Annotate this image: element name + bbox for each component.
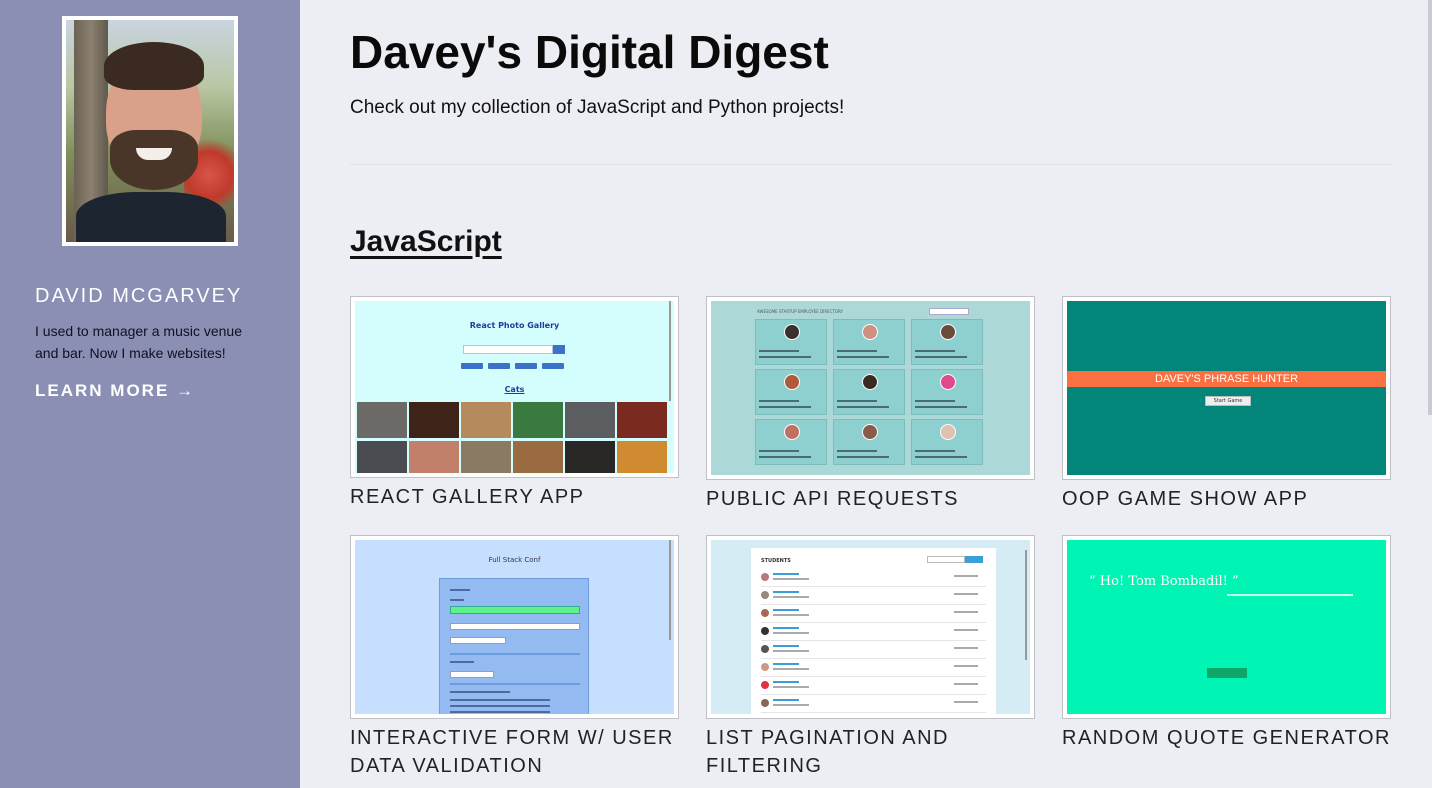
project-thumbnail[interactable]: React Photo Gallery Cats (350, 296, 679, 478)
page-tagline: Check out my collection of JavaScript an… (350, 97, 845, 118)
profile-photo-frame (62, 16, 238, 246)
project-thumbnail[interactable]: Full Stack Conf (350, 535, 679, 719)
oop-game-screenshot: DAVEY'S PHRASE HUNTER Start Game (1067, 301, 1386, 475)
avatar (66, 20, 234, 242)
gallery-title-text: React Photo Gallery (469, 321, 560, 330)
project-thumbnail[interactable]: “ Ho! Tom Bombadil! ” (1062, 535, 1391, 719)
section-title-javascript[interactable]: JavaScript (350, 225, 502, 259)
project-card-react-gallery[interactable]: React Photo Gallery Cats REACT GALLERY A… (350, 296, 679, 511)
project-card-interactive-form[interactable]: Full Stack Conf INTERACTIVE FORM W/ USER… (350, 535, 679, 780)
project-card-list-pagination[interactable]: STUDENTS LIST PAGINATION AND FILTERING (706, 535, 1035, 780)
react-gallery-screenshot: React Photo Gallery Cats (355, 301, 674, 473)
profile-bio: I used to manager a music venue and bar.… (35, 323, 243, 361)
interactive-form-screenshot: Full Stack Conf (355, 540, 674, 714)
project-thumbnail[interactable]: STUDENTS (706, 535, 1035, 719)
profile-name: DAVID MCGARVEY (35, 285, 243, 307)
project-title[interactable]: RANDOM QUOTE GENERATOR (1062, 724, 1391, 752)
public-api-screenshot: AWESOME STARTUP EMPLOYEE DIRECTORY (711, 301, 1030, 475)
game-banner-text: DAVEY'S PHRASE HUNTER (1067, 371, 1386, 387)
project-title[interactable]: LIST PAGINATION AND FILTERING (706, 724, 1035, 780)
game-start-text: Start Game (1205, 396, 1251, 406)
project-title[interactable]: PUBLIC API REQUESTS (706, 485, 1035, 513)
form-title-text: Full Stack Conf (488, 556, 541, 564)
divider (350, 164, 1391, 165)
quote-text: “ Ho! Tom Bombadil! ” (1089, 574, 1239, 589)
random-quote-screenshot: “ Ho! Tom Bombadil! ” (1067, 540, 1386, 714)
list-title-text: STUDENTS (761, 558, 791, 564)
page-title: Davey's Digital Digest (350, 26, 829, 78)
project-thumbnail[interactable]: DAVEY'S PHRASE HUNTER Start Game (1062, 296, 1391, 480)
list-pagination-screenshot: STUDENTS (711, 540, 1030, 714)
page-scrollbar[interactable] (1428, 0, 1432, 415)
sidebar: DAVID MCGARVEY I used to manager a music… (0, 0, 300, 788)
project-card-random-quote[interactable]: “ Ho! Tom Bombadil! ” RANDOM QUOTE GENER… (1062, 535, 1391, 752)
learn-more-link[interactable]: LEARN MORE → (35, 381, 195, 401)
project-card-public-api[interactable]: AWESOME STARTUP EMPLOYEE DIRECTORY PUBLI… (706, 296, 1035, 513)
project-title[interactable]: OOP GAME SHOW APP (1062, 485, 1391, 513)
gallery-cats-text: Cats (504, 385, 525, 394)
project-card-oop-game[interactable]: DAVEY'S PHRASE HUNTER Start Game OOP GAM… (1062, 296, 1391, 513)
project-title[interactable]: REACT GALLERY APP (350, 483, 679, 511)
project-title[interactable]: INTERACTIVE FORM W/ USER DATA VALIDATION (350, 724, 679, 780)
project-thumbnail[interactable]: AWESOME STARTUP EMPLOYEE DIRECTORY (706, 296, 1035, 480)
